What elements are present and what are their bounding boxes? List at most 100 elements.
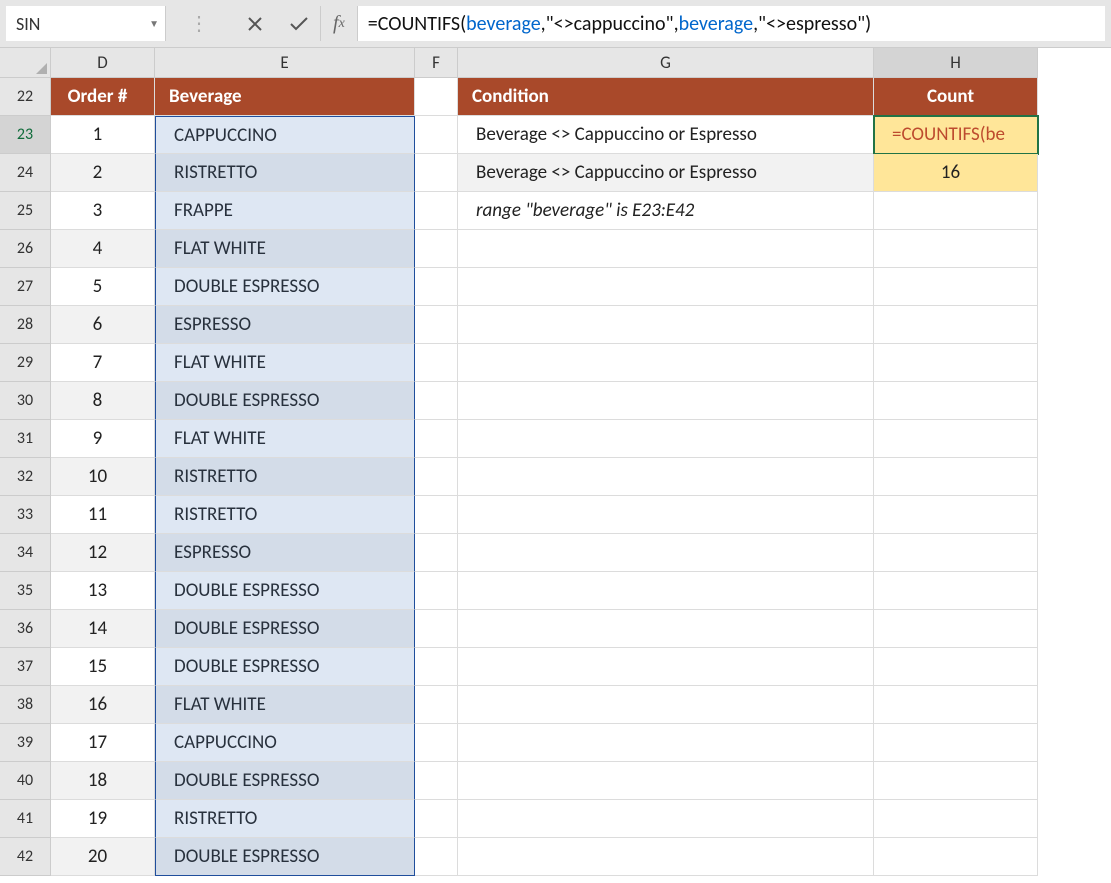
column-header-H[interactable]: H — [874, 48, 1038, 78]
cell-D26[interactable]: 4 — [51, 230, 155, 268]
cell-E38[interactable]: FLAT WHITE — [155, 686, 415, 724]
cell-E40[interactable]: DOUBLE ESPRESSO — [155, 762, 415, 800]
cell-E26[interactable]: FLAT WHITE — [155, 230, 415, 268]
cell-F39[interactable] — [415, 724, 458, 762]
cell-F22[interactable] — [415, 78, 458, 116]
cell-H38[interactable] — [874, 686, 1038, 724]
cell-G35[interactable] — [458, 572, 874, 610]
row-header-39[interactable]: 39 — [0, 724, 51, 762]
cell-D29[interactable]: 7 — [51, 344, 155, 382]
row-header-32[interactable]: 32 — [0, 458, 51, 496]
row-header-27[interactable]: 27 — [0, 268, 51, 306]
cell-D32[interactable]: 10 — [51, 458, 155, 496]
cell-G28[interactable] — [458, 306, 874, 344]
row-header-40[interactable]: 40 — [0, 762, 51, 800]
cell-F25[interactable] — [415, 192, 458, 230]
cell-H34[interactable] — [874, 534, 1038, 572]
cell-D25[interactable]: 3 — [51, 192, 155, 230]
cell-F34[interactable] — [415, 534, 458, 572]
column-header-E[interactable]: E — [155, 48, 415, 78]
cell-E28[interactable]: ESPRESSO — [155, 306, 415, 344]
cell-F41[interactable] — [415, 800, 458, 838]
cell-G40[interactable] — [458, 762, 874, 800]
column-header-G[interactable]: G — [458, 48, 874, 78]
cell-F42[interactable] — [415, 838, 458, 876]
cell-F33[interactable] — [415, 496, 458, 534]
cell-F38[interactable] — [415, 686, 458, 724]
cell-D42[interactable]: 20 — [51, 838, 155, 876]
select-all-button[interactable] — [0, 48, 51, 78]
cell-E33[interactable]: RISTRETTO — [155, 496, 415, 534]
cell-F31[interactable] — [415, 420, 458, 458]
cell-G34[interactable] — [458, 534, 874, 572]
cell-G38[interactable] — [458, 686, 874, 724]
cell-H40[interactable] — [874, 762, 1038, 800]
cell-F27[interactable] — [415, 268, 458, 306]
cell-D24[interactable]: 2 — [51, 154, 155, 192]
cell-H37[interactable] — [874, 648, 1038, 686]
cell-D27[interactable]: 5 — [51, 268, 155, 306]
cell-F36[interactable] — [415, 610, 458, 648]
confirm-edit-button[interactable] — [288, 13, 310, 35]
cell-D28[interactable]: 6 — [51, 306, 155, 344]
row-header-31[interactable]: 31 — [0, 420, 51, 458]
row-header-41[interactable]: 41 — [0, 800, 51, 838]
cancel-edit-button[interactable] — [244, 13, 266, 35]
cell-G30[interactable] — [458, 382, 874, 420]
cell-D38[interactable]: 16 — [51, 686, 155, 724]
cell-F37[interactable] — [415, 648, 458, 686]
formula-input[interactable]: =COUNTIFS(beverage,"<>cappuccino",bevera… — [358, 6, 1105, 41]
cell-D36[interactable]: 14 — [51, 610, 155, 648]
cell-H39[interactable] — [874, 724, 1038, 762]
active-cell-H23[interactable]: =COUNTIFS(be — [874, 116, 1038, 154]
cell-D41[interactable]: 19 — [51, 800, 155, 838]
cell-E42[interactable]: DOUBLE ESPRESSO — [155, 838, 415, 876]
cell-D40[interactable]: 18 — [51, 762, 155, 800]
cell-D37[interactable]: 15 — [51, 648, 155, 686]
cell-E25[interactable]: FRAPPE — [155, 192, 415, 230]
cell-F28[interactable] — [415, 306, 458, 344]
row-header-36[interactable]: 36 — [0, 610, 51, 648]
row-header-37[interactable]: 37 — [0, 648, 51, 686]
cell-E31[interactable]: FLAT WHITE — [155, 420, 415, 458]
cell-F29[interactable] — [415, 344, 458, 382]
cell-G29[interactable] — [458, 344, 874, 382]
cell-G37[interactable] — [458, 648, 874, 686]
column-header-D[interactable]: D — [51, 48, 155, 78]
row-header-30[interactable]: 30 — [0, 382, 51, 420]
cell-G31[interactable] — [458, 420, 874, 458]
cell-E27[interactable]: DOUBLE ESPRESSO — [155, 268, 415, 306]
cell-G33[interactable] — [458, 496, 874, 534]
cell-H27[interactable] — [874, 268, 1038, 306]
cell-F30[interactable] — [415, 382, 458, 420]
cell-G36[interactable] — [458, 610, 874, 648]
cell-G23[interactable]: Beverage <> Cappuccino or Espresso — [458, 116, 874, 154]
cell-D34[interactable]: 12 — [51, 534, 155, 572]
cell-G27[interactable] — [458, 268, 874, 306]
cell-H31[interactable] — [874, 420, 1038, 458]
cell-H33[interactable] — [874, 496, 1038, 534]
cell-E32[interactable]: RISTRETTO — [155, 458, 415, 496]
cell-F40[interactable] — [415, 762, 458, 800]
row-header-28[interactable]: 28 — [0, 306, 51, 344]
name-box[interactable]: SIN ▼ — [6, 6, 166, 41]
row-header-23[interactable]: 23 — [0, 116, 51, 154]
cell-F32[interactable] — [415, 458, 458, 496]
row-header-42[interactable]: 42 — [0, 838, 51, 876]
cell-H41[interactable] — [874, 800, 1038, 838]
cell-E37[interactable]: DOUBLE ESPRESSO — [155, 648, 415, 686]
cell-H24[interactable]: 16 — [874, 154, 1038, 192]
cell-D31[interactable]: 9 — [51, 420, 155, 458]
row-header-24[interactable]: 24 — [0, 154, 51, 192]
cell-D33[interactable]: 11 — [51, 496, 155, 534]
cell-E29[interactable]: FLAT WHITE — [155, 344, 415, 382]
cell-H32[interactable] — [874, 458, 1038, 496]
row-header-35[interactable]: 35 — [0, 572, 51, 610]
row-header-25[interactable]: 25 — [0, 192, 51, 230]
chevron-down-icon[interactable]: ▼ — [149, 17, 159, 30]
cell-D23[interactable]: 1 — [51, 116, 155, 154]
cell-H36[interactable] — [874, 610, 1038, 648]
spreadsheet-grid[interactable]: DEFGH22Order #BeverageConditionCount231C… — [0, 48, 1111, 876]
cell-G24[interactable]: Beverage <> Cappuccino or Espresso — [458, 154, 874, 192]
cell-G42[interactable] — [458, 838, 874, 876]
